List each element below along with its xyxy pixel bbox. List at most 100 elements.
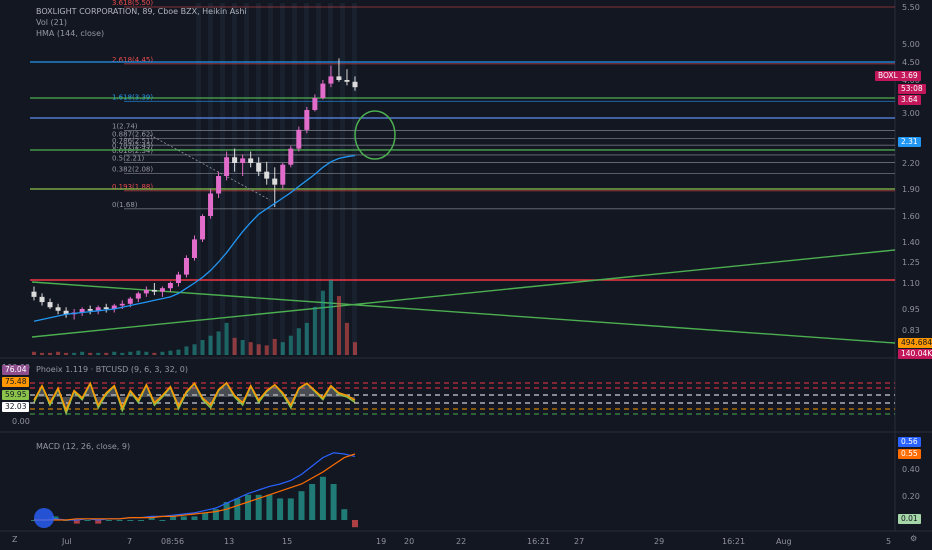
volume-bar: [32, 351, 36, 355]
volume-bar: [80, 351, 85, 355]
macd-histogram-bar: [319, 476, 326, 520]
time-tick-label: 22: [456, 537, 466, 546]
price-tick-label: 4.50: [902, 58, 920, 67]
time-tick-label: 16:21: [527, 537, 550, 546]
settings-icon[interactable]: ⚙: [910, 534, 917, 543]
macd-signal-line: [34, 453, 356, 521]
volume-bar: [104, 352, 109, 355]
time-tick-label: 5: [886, 537, 891, 546]
volume-bar: [168, 350, 173, 355]
macd-label-2: 0.55: [898, 449, 921, 459]
candle-body: [175, 274, 181, 283]
osc-label-1: 76.04: [2, 365, 30, 375]
price-tick-label: 1.25: [902, 258, 920, 267]
candle-body: [248, 158, 254, 163]
price-tick-label: 1.60: [902, 212, 920, 221]
volume-bar: [176, 349, 181, 355]
volume-bar: [256, 344, 261, 355]
candle-body: [352, 81, 358, 88]
volume-bar: [160, 351, 165, 355]
macd-line: [34, 452, 356, 521]
candle-body: [55, 307, 61, 311]
volume-bar: [344, 322, 349, 355]
volume-label-1: 494.684K: [898, 338, 932, 348]
time-tick-label: 7: [127, 537, 132, 546]
session-shade: [244, 3, 249, 355]
timezone-z-icon[interactable]: Z: [12, 535, 17, 544]
time-tick-label: 16:21: [722, 537, 745, 546]
candle-body: [135, 293, 141, 299]
volume-bar: [264, 345, 269, 355]
fib-level-label: 0.382(2.08): [112, 165, 153, 173]
session-shade: [352, 3, 357, 355]
volume-bar: [328, 280, 333, 355]
price-tick-label: 2.20: [902, 159, 920, 168]
fib-level-label: 0.193(1.88): [112, 183, 153, 191]
volume-bar: [312, 306, 317, 355]
hma-indicator-label: HMA (144, close): [36, 29, 105, 38]
candle-body: [328, 76, 334, 84]
candle-body: [320, 83, 326, 98]
candle-body: [47, 302, 53, 308]
macd-label-3: 0.01: [898, 514, 921, 524]
volume-bar: [320, 290, 325, 355]
candle-body: [192, 239, 197, 258]
macd-histogram-bar: [298, 491, 305, 520]
price-tick-label: 1.90: [902, 185, 920, 194]
macd-histogram-bar: [180, 516, 187, 520]
candle-body: [31, 291, 37, 297]
candle-body: [288, 148, 294, 165]
volume-bar: [240, 340, 245, 355]
macd-histogram-bar: [105, 520, 112, 521]
macd-label-1: 0.56: [898, 437, 921, 447]
logo-icon: [34, 508, 54, 528]
last-price-label: 3.69: [898, 71, 921, 81]
macd-histogram-bar: [234, 498, 241, 520]
candle-body: [151, 289, 157, 292]
volume-bar: [248, 342, 253, 355]
ascending-trendline: [31, 249, 896, 338]
price-header: BOXLIGHT CORPORATION, 89, Cboe BZX, Heik…: [36, 0, 247, 39]
candle-body: [167, 283, 173, 289]
volume-bar: [136, 350, 141, 355]
volume-bar: [296, 328, 301, 355]
volume-bar: [304, 322, 309, 355]
symbol-tag: BOXL: [875, 71, 901, 81]
macd-histogram-bar: [127, 520, 134, 521]
session-shade: [256, 3, 261, 355]
fib-level-label: 1(2.74): [112, 123, 138, 131]
volume-bar: [128, 351, 133, 355]
chart-window: 5.505.004.504.003.503.002.602.201.901.60…: [0, 0, 932, 550]
volume-bar: [40, 352, 45, 355]
osc-label-3: 59.95: [2, 390, 30, 400]
volume-bar: [64, 352, 69, 355]
macd-histogram-bar: [202, 512, 209, 520]
macd-histogram-bar: [159, 520, 166, 521]
fib-level-label: 1.618(3.39): [112, 93, 153, 101]
price-tick-label: 0.95: [902, 305, 920, 314]
macd-tick-label: 0.40: [902, 465, 920, 474]
candle-body: [159, 288, 165, 292]
volume-bar: [208, 335, 213, 355]
candle-body: [256, 163, 262, 172]
volume-bar: [144, 351, 149, 355]
time-tick-label: 27: [574, 537, 584, 546]
volume-bar: [152, 352, 157, 355]
macd-histogram-bar: [191, 516, 198, 520]
price-tick-label: 0.83: [902, 326, 920, 335]
osc-label-2: 75.48: [2, 377, 30, 387]
osc-label-4: 32.03: [2, 402, 30, 412]
candle-body: [200, 216, 206, 240]
session-shade: [196, 3, 201, 355]
volume-bar: [353, 342, 357, 355]
macd-histogram-bar: [116, 520, 123, 521]
candle-body: [296, 129, 302, 149]
candle-body: [312, 98, 318, 110]
candle-body: [264, 171, 270, 179]
time-tick-label: 20: [404, 537, 414, 546]
volume-bar: [120, 352, 125, 355]
time-tick-label: 29: [654, 537, 664, 546]
chart-canvas[interactable]: 5.505.004.504.003.503.002.602.201.901.60…: [0, 0, 932, 550]
macd-histogram-bar: [309, 484, 316, 520]
candle-body: [39, 296, 45, 303]
